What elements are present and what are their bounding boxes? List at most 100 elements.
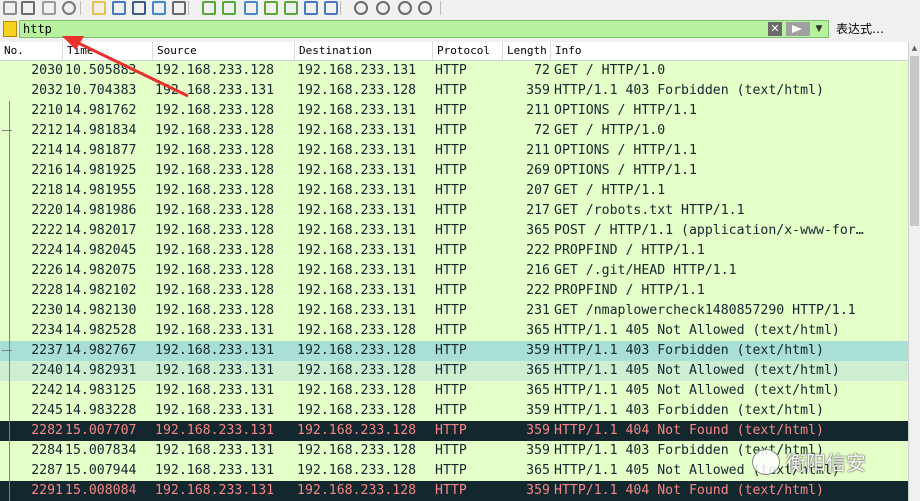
reload-icon[interactable] xyxy=(152,1,166,15)
zoom-out-icon[interactable] xyxy=(376,1,390,15)
packet-len-cell: 359 xyxy=(526,423,550,438)
packet-info-cell: POST / HTTP/1.1 (application/x-www-for… xyxy=(554,223,864,238)
packet-dst-cell: 192.168.233.131 xyxy=(297,143,417,158)
zoom-in-icon[interactable] xyxy=(354,1,368,15)
packet-row[interactable]: 2222 14.982017 192.168.233.128 192.168.233.… xyxy=(0,221,908,241)
packet-dst-cell: 192.168.233.131 xyxy=(297,103,417,118)
display-filter-input[interactable]: http xyxy=(19,20,829,38)
resize-columns-icon[interactable] xyxy=(418,1,432,15)
packet-time-cell: 14.981925 xyxy=(65,163,137,178)
autoscroll-icon[interactable] xyxy=(304,1,318,15)
first-icon[interactable] xyxy=(264,1,278,15)
back-icon[interactable] xyxy=(202,1,216,15)
packet-proto-cell: HTTP xyxy=(435,83,467,98)
packet-len-cell: 359 xyxy=(526,343,550,358)
packet-time-cell: 14.982528 xyxy=(65,323,137,338)
packet-len-cell: 211 xyxy=(526,103,550,118)
packet-info-cell: HTTP/1.1 404 Not Found (text/html) xyxy=(554,483,824,498)
packet-row[interactable]: 2226 14.982075 192.168.233.128 192.168.233.… xyxy=(0,261,908,281)
toolbar-separator xyxy=(188,1,189,15)
packet-info-cell: OPTIONS / HTTP/1.1 xyxy=(554,163,697,178)
packet-row[interactable]: 2210 14.981762 192.168.233.128 192.168.233.… xyxy=(0,101,908,121)
packet-src-cell: 192.168.233.128 xyxy=(155,123,275,138)
colorize-icon[interactable] xyxy=(324,1,338,15)
packet-time-cell: 14.982931 xyxy=(65,363,137,378)
packet-len-cell: 207 xyxy=(526,183,550,198)
save-icon[interactable] xyxy=(112,1,126,15)
packet-dst-cell: 192.168.233.131 xyxy=(297,183,417,198)
apply-filter-button[interactable] xyxy=(786,22,810,36)
packet-src-cell: 192.168.233.128 xyxy=(155,63,275,78)
packet-row[interactable]: 2214 14.981877 192.168.233.128 192.168.233.… xyxy=(0,141,908,161)
packet-len-cell: 365 xyxy=(526,223,550,238)
last-icon[interactable] xyxy=(284,1,298,15)
packet-time-cell: 14.983228 xyxy=(65,403,137,418)
column-header-length[interactable]: Length xyxy=(503,42,551,60)
packet-src-cell: 192.168.233.128 xyxy=(155,223,275,238)
packet-row[interactable]: 2242 14.983125 192.168.233.131 192.168.233.… xyxy=(0,381,908,401)
forward-icon[interactable] xyxy=(222,1,236,15)
packet-src-cell: 192.168.233.131 xyxy=(155,323,275,338)
options-icon[interactable] xyxy=(62,1,76,15)
packet-row[interactable]: 2220 14.981986 192.168.233.128 192.168.233.… xyxy=(0,201,908,221)
scroll-thumb[interactable] xyxy=(910,56,919,226)
packet-list-scrollbar[interactable]: ▲ xyxy=(908,42,920,501)
toolbar-separator xyxy=(340,1,341,15)
column-header-destination[interactable]: Destination xyxy=(295,42,433,60)
packet-row[interactable]: 2291 15.008084 192.168.233.131 192.168.233.… xyxy=(0,481,908,501)
goto-icon[interactable] xyxy=(244,1,258,15)
packet-row[interactable]: 2230 14.982130 192.168.233.128 192.168.233.… xyxy=(0,301,908,321)
scroll-up-icon[interactable]: ▲ xyxy=(910,43,919,53)
packet-info-cell: GET /robots.txt HTTP/1.1 xyxy=(554,203,745,218)
packet-row[interactable]: 2218 14.981955 192.168.233.128 192.168.233.… xyxy=(0,181,908,201)
close-file-icon[interactable] xyxy=(132,1,146,15)
packet-dst-cell: 192.168.233.128 xyxy=(297,323,417,338)
zoom-normal-icon[interactable] xyxy=(398,1,412,15)
clear-filter-icon[interactable]: ✕ xyxy=(768,22,782,36)
packet-proto-cell: HTTP xyxy=(435,423,467,438)
filter-history-dropdown-icon[interactable]: ▼ xyxy=(812,22,826,36)
find-icon[interactable] xyxy=(172,1,186,15)
packet-row[interactable]: 2245 14.983228 192.168.233.131 192.168.233.… xyxy=(0,401,908,421)
packet-dst-cell: 192.168.233.131 xyxy=(297,163,417,178)
packet-row[interactable]: 2216 14.981925 192.168.233.128 192.168.233.… xyxy=(0,161,908,181)
packet-dst-cell: 192.168.233.128 xyxy=(297,423,417,438)
packet-dst-cell: 192.168.233.128 xyxy=(297,483,417,498)
packet-len-cell: 365 xyxy=(526,463,550,478)
packet-info-cell: HTTP/1.1 405 Not Allowed (text/html) xyxy=(554,383,840,398)
filter-bookmark-icon[interactable] xyxy=(3,21,17,37)
packet-no-cell: 2030 xyxy=(31,63,63,78)
packet-row[interactable]: 2237 14.982767 192.168.233.131 192.168.233.… xyxy=(0,341,908,361)
packet-proto-cell: HTTP xyxy=(435,483,467,498)
packet-row[interactable]: 2282 15.007707 192.168.233.131 192.168.233.… xyxy=(0,421,908,441)
stop-icon[interactable] xyxy=(21,1,35,15)
column-header-time[interactable]: Time xyxy=(63,42,153,60)
packet-info-cell: OPTIONS / HTTP/1.1 xyxy=(554,103,697,118)
open-file-icon[interactable] xyxy=(92,1,106,15)
packet-row[interactable]: 2224 14.982045 192.168.233.128 192.168.233.… xyxy=(0,241,908,261)
packet-len-cell: 231 xyxy=(526,303,550,318)
packet-time-cell: 14.981762 xyxy=(65,103,137,118)
packet-row[interactable]: 2030 10.505883 192.168.233.128 192.168.233.… xyxy=(0,61,908,81)
packet-row[interactable]: 2212 14.981834 192.168.233.128 192.168.233.… xyxy=(0,121,908,141)
packet-proto-cell: HTTP xyxy=(435,343,467,358)
column-header-info[interactable]: Info xyxy=(551,42,908,60)
column-header-protocol[interactable]: Protocol xyxy=(433,42,503,60)
restart-icon[interactable] xyxy=(42,1,56,15)
packet-dst-cell: 192.168.233.128 xyxy=(297,343,417,358)
column-header-no[interactable]: No. xyxy=(0,42,63,60)
packet-time-cell: 15.007944 xyxy=(65,463,137,478)
expression-button[interactable]: 表达式… xyxy=(836,21,884,37)
shark-fin-start-icon[interactable] xyxy=(3,1,17,15)
packet-dst-cell: 192.168.233.131 xyxy=(297,223,417,238)
packet-row[interactable]: 2234 14.982528 192.168.233.131 192.168.233.… xyxy=(0,321,908,341)
packet-row[interactable]: 2228 14.982102 192.168.233.128 192.168.233.… xyxy=(0,281,908,301)
packet-row[interactable]: 2240 14.982931 192.168.233.131 192.168.233.… xyxy=(0,361,908,381)
packet-row[interactable]: 2032 10.704383 192.168.233.131 192.168.233.… xyxy=(0,81,908,101)
packet-info-cell: HTTP/1.1 405 Not Allowed (text/html) xyxy=(554,363,840,378)
packet-proto-cell: HTTP xyxy=(435,63,467,78)
packet-info-cell: GET / HTTP/1.1 xyxy=(554,183,666,198)
column-header-source[interactable]: Source xyxy=(153,42,295,60)
packet-time-cell: 14.982102 xyxy=(65,283,137,298)
packet-proto-cell: HTTP xyxy=(435,243,467,258)
